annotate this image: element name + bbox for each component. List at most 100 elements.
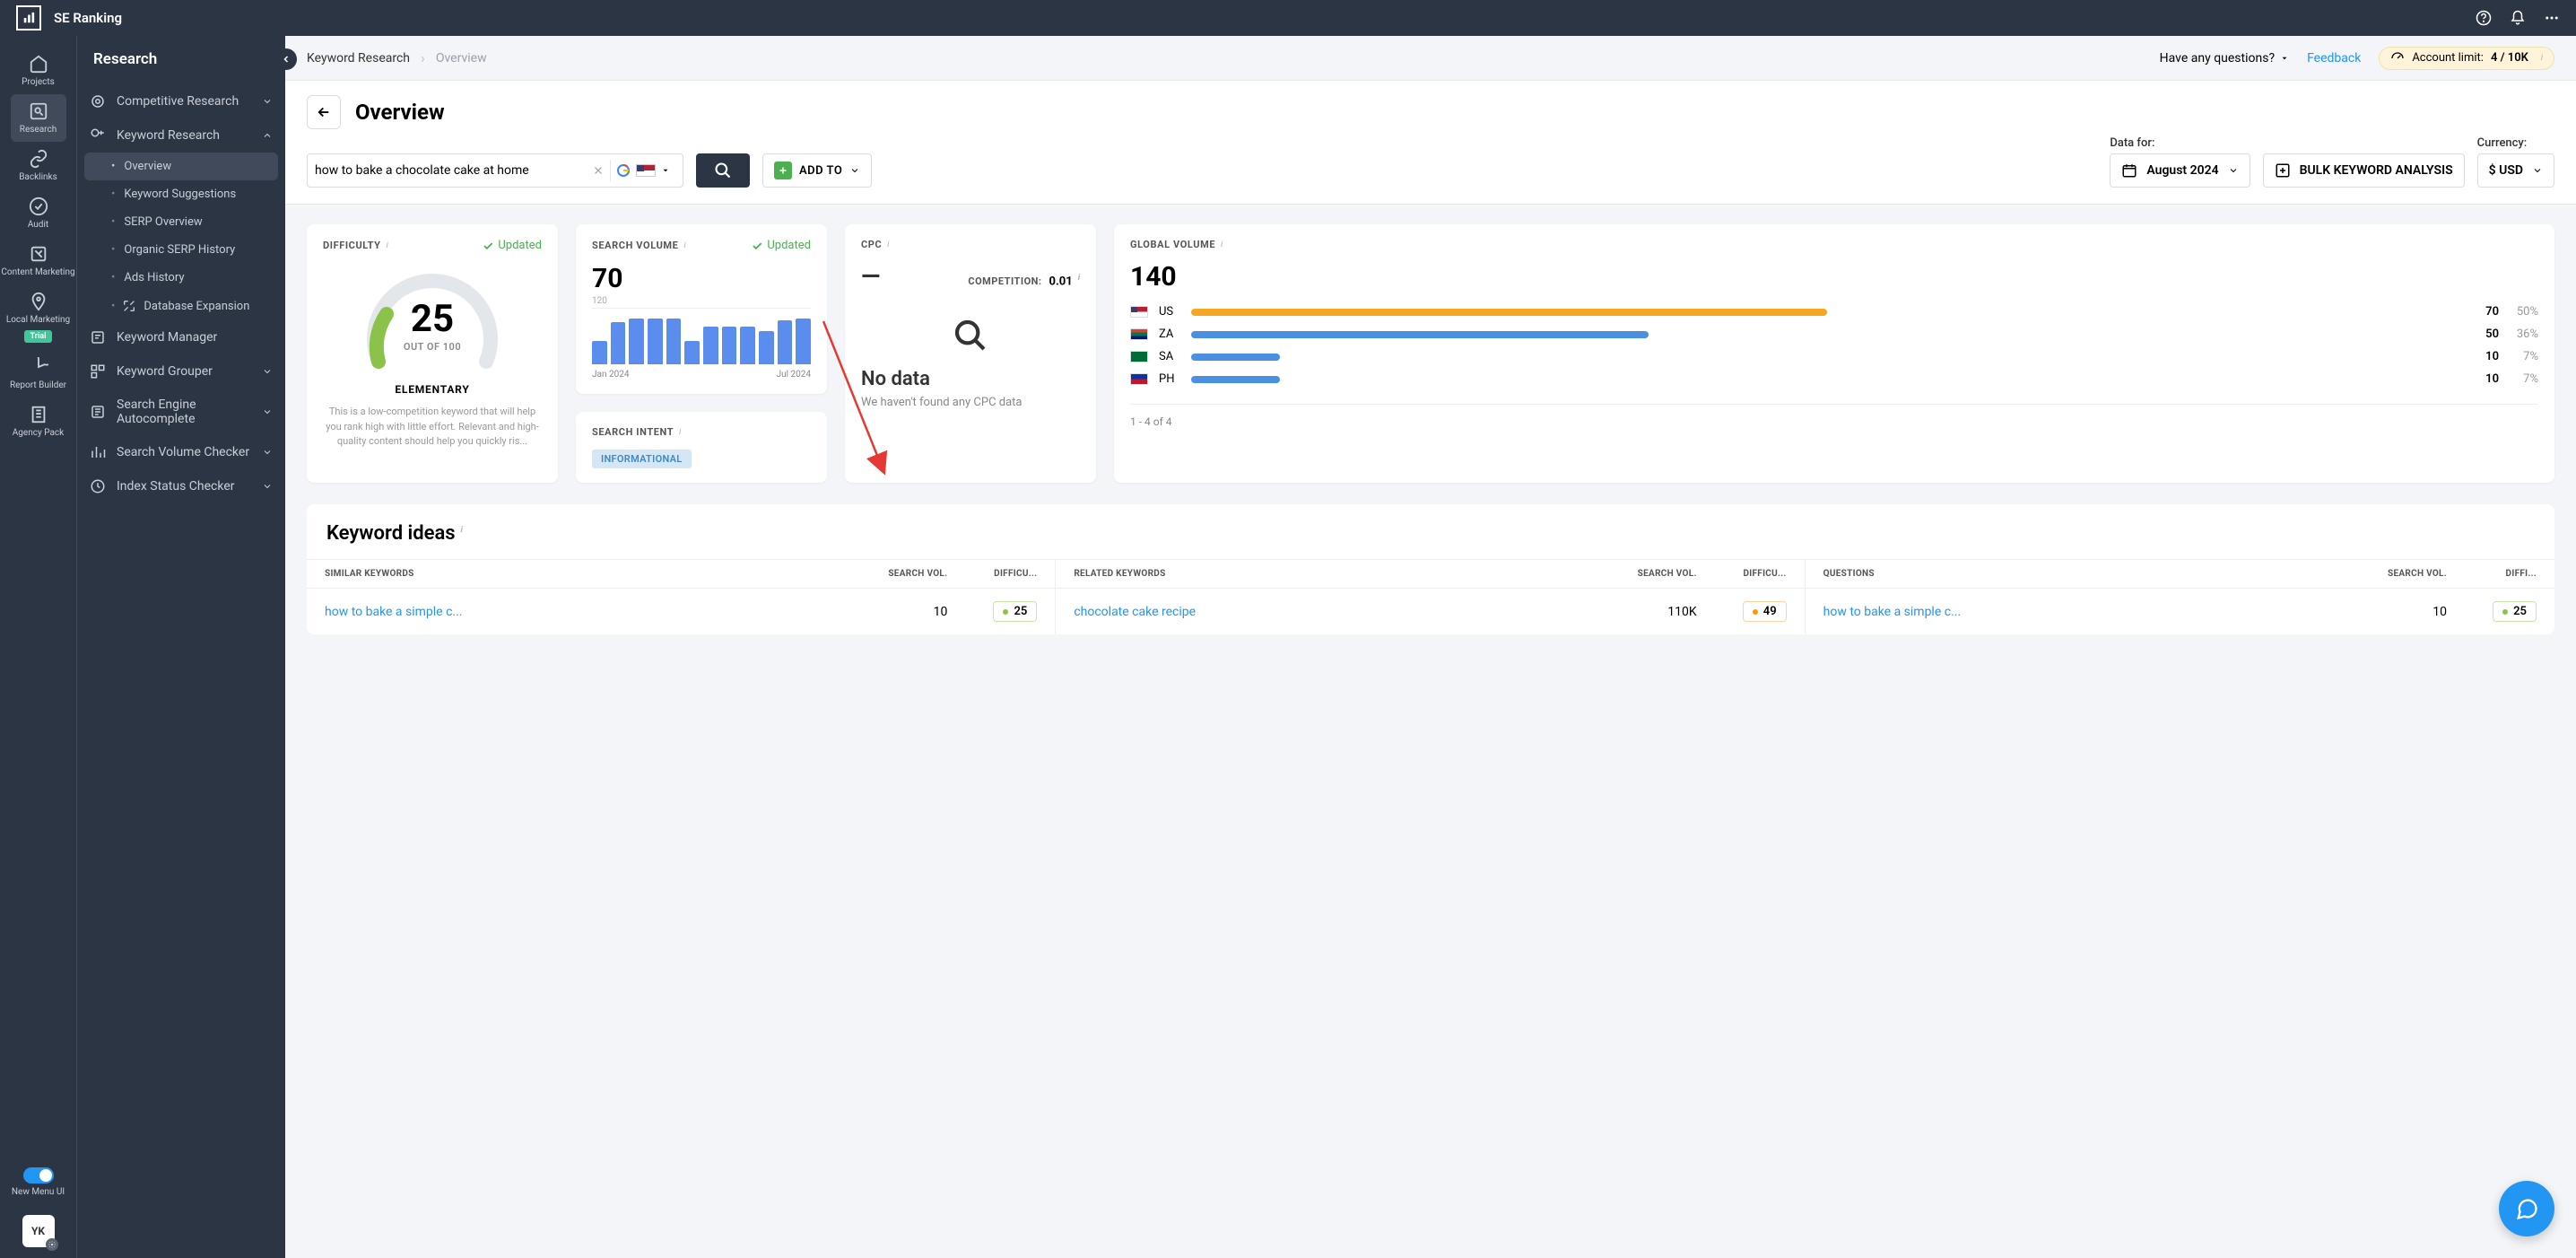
more-icon[interactable] (2544, 10, 2560, 26)
chevron-up-icon (262, 130, 273, 141)
account-limit-badge[interactable]: Account limit: 4 / 10K i (2379, 47, 2554, 70)
volume-bar (629, 319, 644, 364)
sidebar-item-agency-pack[interactable]: Agency Pack (0, 397, 76, 445)
ideas-row: how to bake a simple c... 10 25 (1806, 589, 2554, 634)
keyword-volume: 10 (875, 605, 947, 619)
search-engine-selector[interactable] (610, 160, 675, 181)
volume-bar (611, 322, 626, 364)
global-volume-card: GLOBAL VOLUME i 140 US 70 50% ZA 50 36% … (1114, 224, 2554, 483)
page-title: Overview (355, 100, 445, 125)
nav-keyword-grouper[interactable]: Keyword Grouper (77, 354, 285, 389)
column-vol-header: SEARCH VOL. (1625, 569, 1697, 579)
toggle-switch[interactable] (23, 1167, 54, 1184)
volume-bar (1191, 354, 1280, 361)
back-button[interactable] (307, 95, 341, 129)
global-volume-row: PH 10 7% (1130, 372, 2538, 386)
country-pct: 7% (2508, 350, 2538, 363)
sidebar-title: Research (77, 36, 285, 84)
gauge-icon (2390, 51, 2405, 66)
search-intent-card: SEARCH INTENT i INFORMATIONAL (576, 412, 827, 483)
subnav-overview[interactable]: Overview (84, 153, 278, 180)
nav-competitive-research[interactable]: Competitive Research (77, 84, 285, 118)
expand-icon (122, 299, 136, 313)
breadcrumb-bar: Keyword Research › Overview Have any que… (285, 36, 2576, 81)
flag-us-icon (1130, 306, 1148, 318)
keyword-input[interactable] (315, 154, 592, 187)
ideas-column: SIMILAR KEYWORDS SEARCH VOL. DIFFICU... … (307, 560, 1056, 634)
avatar[interactable]: YK (22, 1215, 55, 1247)
subnav-keyword-suggestions[interactable]: Keyword Suggestions (77, 180, 285, 208)
sidebar-item-backlinks[interactable]: Backlinks (0, 142, 76, 189)
ideas-column-header: QUESTIONS SEARCH VOL. DIFFI... (1806, 560, 2554, 589)
keyword-link[interactable]: how to bake a simple c... (325, 605, 875, 619)
questions-dropdown[interactable]: Have any questions? (2160, 51, 2289, 66)
new-menu-toggle[interactable]: New Menu UI (0, 1160, 76, 1204)
sidebar-item-research[interactable]: Research (11, 94, 66, 142)
sidebar-item-projects[interactable]: Projects (0, 47, 76, 94)
info-icon[interactable]: i (387, 241, 388, 250)
subnav-database-expansion[interactable]: Database Expansion (77, 292, 285, 320)
nav-keyword-manager[interactable]: Keyword Manager (77, 320, 285, 354)
add-to-button[interactable]: ADD TO (762, 153, 872, 188)
trial-badge: Trial (24, 330, 53, 343)
volume-bars (592, 314, 811, 364)
updated-badge: Updated (482, 239, 542, 252)
sidebar-item-report-builder[interactable]: Report Builder (0, 350, 76, 397)
chevron-down-icon (262, 96, 273, 107)
bulk-analysis-button[interactable]: BULK KEYWORD ANALYSIS (2263, 153, 2465, 188)
info-icon[interactable]: i (1221, 240, 1223, 249)
info-icon[interactable]: i (679, 428, 681, 437)
volume-bar (592, 341, 607, 364)
sidebar-item-local-marketing[interactable]: Local Marketing Trial (0, 284, 76, 350)
volume-bar (740, 327, 755, 364)
subnav-ads-history[interactable]: Ads History (77, 264, 285, 292)
flag-za-icon (1130, 328, 1148, 340)
nav-search-volume-checker[interactable]: Search Volume Checker (77, 435, 285, 469)
global-volume-row: ZA 50 36% (1130, 328, 2538, 341)
help-icon[interactable] (2476, 10, 2492, 26)
nav-index-status-checker[interactable]: Index Status Checker (77, 469, 285, 503)
nav-search-engine-autocomplete[interactable]: Search Engine Autocomplete (77, 389, 285, 435)
search-button[interactable] (696, 153, 750, 188)
difficulty-outof: OUT OF 100 (356, 341, 509, 353)
breadcrumb-root[interactable]: Keyword Research (307, 51, 410, 66)
subnav-organic-serp-history[interactable]: Organic SERP History (77, 236, 285, 264)
sidebar-item-content-marketing[interactable]: Content Marketing (0, 237, 76, 284)
info-icon[interactable]: i (461, 526, 463, 535)
volume-bar (1191, 309, 1827, 316)
keyword-ideas-card: Keyword ideasi SIMILAR KEYWORDS SEARCH V… (307, 504, 2554, 634)
info-icon[interactable]: i (887, 240, 889, 249)
subnav-serp-overview[interactable]: SERP Overview (77, 208, 285, 236)
info-icon[interactable]: i (1078, 274, 1080, 283)
bell-icon[interactable] (2510, 10, 2526, 26)
volume-bar (778, 320, 793, 364)
column-vol-header: SEARCH VOL. (875, 569, 947, 579)
caret-down-icon (2280, 54, 2289, 63)
updated-badge: Updated (751, 239, 811, 252)
main-content: Keyword Research › Overview Have any que… (285, 36, 2576, 1258)
nav-keyword-research[interactable]: Keyword Research (77, 118, 285, 153)
data-for-label: Data for: (2110, 136, 2250, 150)
volume-bar (1191, 331, 1649, 338)
ideas-row: how to bake a simple c... 10 25 (307, 589, 1055, 634)
info-icon[interactable]: i (683, 241, 685, 250)
card-title: DIFFICULTY (323, 240, 381, 251)
difficulty-pill: 49 (1743, 601, 1787, 622)
brand-logo-icon (16, 5, 41, 31)
gear-icon (46, 1238, 58, 1251)
chat-button[interactable] (2499, 1181, 2554, 1236)
volume-bar (648, 319, 663, 364)
month-selector[interactable]: August 2024 (2110, 153, 2250, 188)
check-icon (482, 240, 494, 252)
collapse-sidebar-button[interactable] (275, 48, 297, 70)
card-title: GLOBAL VOLUME (1130, 239, 1215, 250)
clear-icon[interactable] (592, 164, 605, 177)
currency-selector[interactable]: $ USD (2477, 153, 2554, 188)
keyword-link[interactable]: chocolate cake recipe (1074, 605, 1624, 619)
country-code: SA (1159, 350, 1182, 363)
sidebar-item-audit[interactable]: Audit (0, 189, 76, 237)
difficulty-gauge: 25 OUT OF 100 (356, 263, 509, 380)
keyword-link[interactable]: how to bake a simple c... (1823, 605, 2375, 619)
feedback-link[interactable]: Feedback (2307, 51, 2361, 66)
ideas-column: QUESTIONS SEARCH VOL. DIFFI... how to ba… (1806, 560, 2554, 634)
